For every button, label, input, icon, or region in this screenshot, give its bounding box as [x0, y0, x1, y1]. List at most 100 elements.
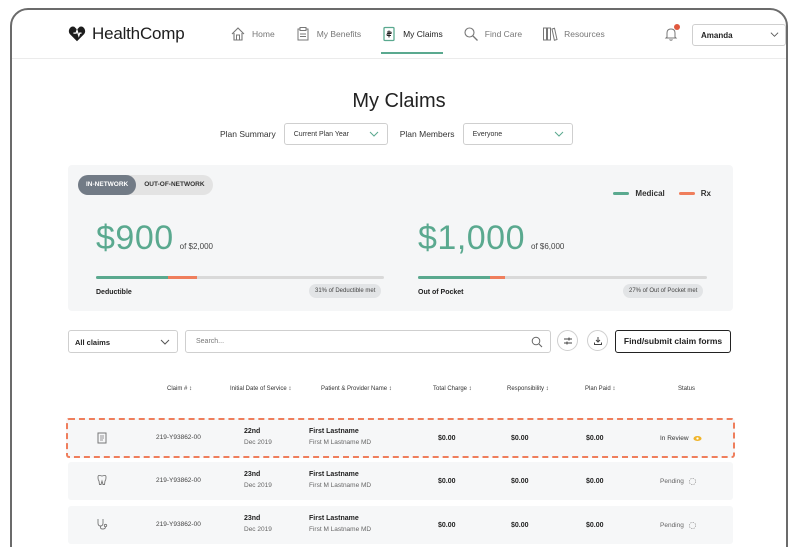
- deductible-total: of $2,000: [179, 242, 214, 251]
- sort-filter-button[interactable]: [557, 330, 578, 351]
- header-total-charge[interactable]: Total Charge ↕: [433, 386, 472, 392]
- status-text: Pending: [660, 522, 684, 529]
- plan-members-value: Everyone: [472, 131, 503, 138]
- chevron-down-icon: [554, 131, 563, 137]
- legend-label: Medical: [635, 189, 665, 198]
- notification-dot: [674, 24, 680, 30]
- user-name: Amanda: [701, 31, 733, 40]
- user-dropdown[interactable]: Amanda: [692, 24, 786, 46]
- service-month: Dec 2019: [244, 482, 272, 489]
- deductible-progress-bar: [96, 276, 384, 279]
- deductible-value: $900: [96, 219, 174, 257]
- nav-item-my-benefits[interactable]: My Benefits: [295, 20, 361, 48]
- header-status: Status: [678, 386, 696, 392]
- search-icon: [464, 27, 478, 41]
- nav-item-label: Resources: [564, 29, 605, 39]
- plan-members-select[interactable]: Everyone: [462, 123, 573, 145]
- search-placeholder: Search...: [196, 338, 225, 345]
- plan-members-label: Plan Members: [399, 129, 455, 139]
- plan-summary-select[interactable]: Current Plan Year: [283, 123, 388, 145]
- home-icon: [231, 27, 245, 41]
- resources-icon: [543, 27, 558, 41]
- service-day: 23nd: [244, 471, 261, 478]
- responsibility: $0.00: [511, 522, 529, 529]
- nav-item-label: My Claims: [403, 29, 443, 39]
- legend: Medical Rx: [613, 189, 711, 198]
- provider-name: First M Lastname MD: [309, 482, 372, 489]
- nav-item-my-claims[interactable]: My Claims: [381, 20, 443, 54]
- date-of-service: 22nd Dec 2019: [244, 428, 272, 446]
- header-date-of-service[interactable]: Initial Date of Service ↕: [230, 386, 291, 392]
- claims-filter-value: All claims: [75, 338, 111, 347]
- download-button[interactable]: [587, 330, 608, 351]
- status-text: Pending: [660, 478, 684, 485]
- deductible-pill: 31% of Deductible met: [309, 284, 382, 298]
- table-row[interactable]: 219-Y93862-00 23nd Dec 2019 First Lastnam…: [68, 462, 733, 500]
- plan-paid: $0.00: [586, 478, 604, 485]
- oop-pill: 27% of Out of Pocket met: [623, 284, 704, 298]
- status-badge: Pending: [660, 477, 697, 486]
- header-patient-provider[interactable]: Patient & Provider Name ↕: [321, 386, 392, 392]
- claim-number: 219-Y93862-00: [156, 434, 201, 441]
- table-row[interactable]: 219-Y93862-00 23nd Dec 2019 First Lastnam…: [68, 506, 733, 544]
- benefits-icon: [297, 27, 309, 41]
- responsibility: $0.00: [511, 435, 529, 442]
- claims-table-header: Claim # ↕ Initial Date of Service ↕ Pati…: [12, 386, 786, 398]
- nav-item-label: Find Care: [484, 29, 523, 39]
- service-month: Dec 2019: [244, 439, 272, 446]
- brand-name: HealthComp: [92, 24, 185, 43]
- eye-icon: [692, 435, 702, 442]
- plan-paid: $0.00: [586, 522, 604, 529]
- progress-rx: [168, 276, 197, 279]
- service-month: Dec 2019: [244, 526, 272, 533]
- network-toggle: IN-NETWORK OUT-OF-NETWORK: [78, 175, 213, 195]
- claim-number: 219-Y93862-00: [156, 521, 201, 528]
- chevron-down-icon: [369, 131, 379, 137]
- chevron-down-icon: [160, 339, 170, 345]
- app-window: HealthComp Home My Benefits My Claims Fi…: [10, 8, 788, 547]
- find-submit-claim-forms-button[interactable]: Find/submit claim forms: [615, 330, 731, 353]
- chevron-down-icon: [770, 32, 779, 37]
- total-charge: $0.00: [438, 522, 456, 529]
- stethoscope-icon: [97, 519, 108, 530]
- nav-item-home[interactable]: Home: [230, 20, 275, 48]
- plan-paid: $0.00: [586, 435, 604, 442]
- patient-name: First Lastname: [309, 515, 359, 522]
- progress-medical: [418, 276, 491, 279]
- oop-progress-bar: [418, 276, 707, 279]
- plan-summary-value: Current Plan Year: [293, 131, 350, 138]
- nav-item-find-care[interactable]: Find Care: [463, 20, 522, 48]
- summary-card: IN-NETWORK OUT-OF-NETWORK Medical Rx $90…: [68, 165, 733, 311]
- claim-number: 219-Y93862-00: [156, 477, 201, 484]
- nav-item-label: My Benefits: [316, 29, 362, 39]
- status-text: In Review: [660, 435, 689, 442]
- spinner-icon: [688, 521, 696, 530]
- search-icon: [531, 336, 543, 348]
- out-of-network-tab[interactable]: OUT-OF-NETWORK: [136, 175, 212, 195]
- responsibility: $0.00: [511, 478, 529, 485]
- brand-logo[interactable]: HealthComp: [68, 24, 185, 44]
- nav-menu: Home My Benefits My Claims Find Care Res…: [230, 20, 605, 54]
- header-responsibility[interactable]: Responsibility ↕: [507, 386, 549, 392]
- status-badge: In Review: [660, 434, 702, 443]
- top-nav: HealthComp Home My Benefits My Claims Fi…: [12, 10, 786, 58]
- date-of-service: 23nd Dec 2019: [244, 515, 272, 533]
- search-input[interactable]: Search...: [185, 330, 551, 353]
- nav-item-resources[interactable]: Resources: [542, 20, 605, 48]
- deductible-label: Deductible: [96, 289, 132, 296]
- download-icon: [593, 336, 602, 345]
- date-of-service: 23nd Dec 2019: [244, 471, 272, 489]
- table-row[interactable]: 219-Y93862-00 22nd Dec 2019 First Lastnam…: [66, 418, 735, 458]
- oop-total: of $6,000: [531, 242, 565, 251]
- header-claim-number[interactable]: Claim # ↕: [167, 386, 192, 392]
- claims-filter-select[interactable]: All claims: [68, 330, 178, 353]
- in-network-tab[interactable]: IN-NETWORK: [78, 175, 137, 195]
- claims-icon: [383, 26, 395, 42]
- status-badge: Pending: [660, 521, 697, 530]
- heart-icon: [68, 26, 86, 42]
- service-day: 22nd: [244, 428, 261, 435]
- patient-provider: First Lastname First M Lastname MD: [309, 428, 371, 446]
- sliders-icon: [563, 337, 572, 344]
- header-plan-paid[interactable]: Plan Paid ↕: [585, 386, 615, 392]
- notifications-button[interactable]: [663, 24, 680, 42]
